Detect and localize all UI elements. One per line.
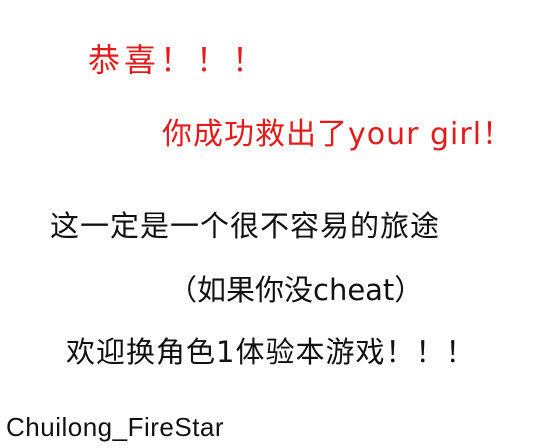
rescued-message: 你成功救出了your girl！	[162, 117, 514, 152]
congrats-text: 恭喜！！！	[88, 41, 269, 79]
author-credit: Chuilong_FireStar	[6, 412, 225, 442]
cheat-note: （如果你没cheat）	[168, 273, 424, 307]
switch-character-message: 欢迎换角色1体验本游戏！！！	[66, 335, 476, 369]
journey-message: 这一定是一个很不容易的旅途	[50, 209, 441, 243]
